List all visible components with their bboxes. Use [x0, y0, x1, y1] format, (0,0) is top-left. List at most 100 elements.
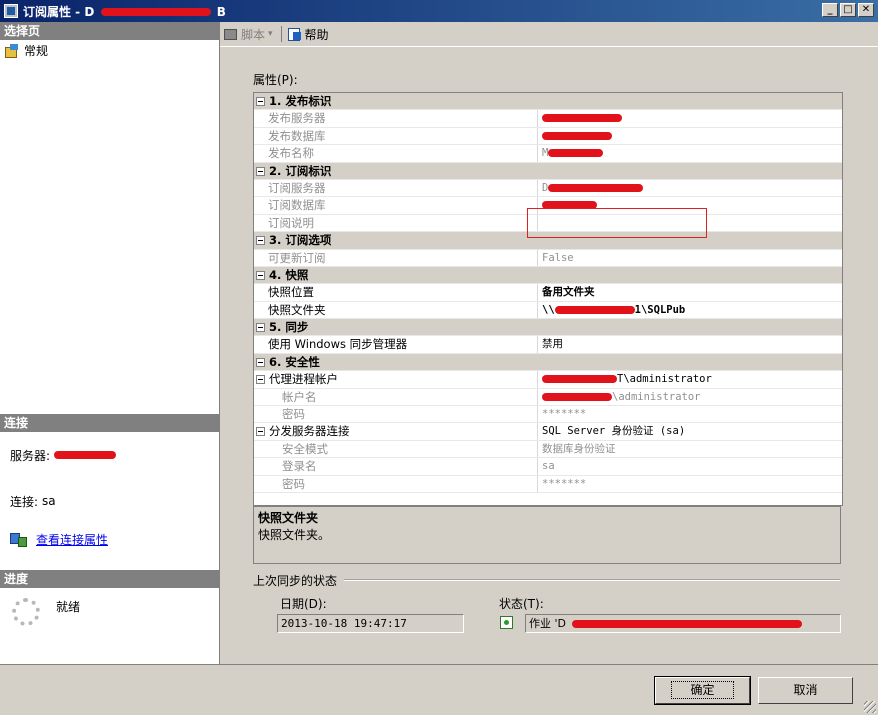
- dialog-footer: 确定 取消: [0, 664, 878, 715]
- redaction-mark: [542, 131, 612, 140]
- connection-section: 连接 服务器: 连接: sa 查看连接属性: [0, 414, 219, 554]
- window-icon: [4, 4, 18, 18]
- property-row[interactable]: 订阅数据库: [254, 197, 842, 215]
- category-row[interactable]: 6. 安全性: [254, 353, 842, 372]
- property-row[interactable]: 发布名称 M: [254, 145, 842, 163]
- redaction-mark: [542, 375, 617, 384]
- property-value-suffix: \administrator: [612, 390, 701, 403]
- property-name: 发布服务器: [268, 111, 326, 126]
- right-pane: 脚本 ▾ 帮助 属性(P): 1. 发布标识 发布服务器 发布数据库 发布名称 M 2. …: [220, 22, 878, 664]
- collapse-icon[interactable]: [256, 270, 265, 280]
- property-row[interactable]: 快照位置 备用文件夹: [254, 284, 842, 302]
- redaction-mark: [542, 392, 612, 401]
- property-row[interactable]: 可更新订阅 False: [254, 249, 842, 267]
- collapse-icon[interactable]: [256, 97, 265, 106]
- property-name: 订阅数据库: [268, 198, 326, 213]
- redaction-mark: [542, 114, 622, 123]
- help-button[interactable]: 帮助: [287, 26, 329, 43]
- property-grid[interactable]: 1. 发布标识 发布服务器发布数据库发布名称 M 2. 订阅标识 订阅服务器 D 订阅数据库…: [253, 92, 843, 506]
- collapse-icon[interactable]: [256, 166, 265, 176]
- group-divider: [344, 579, 840, 581]
- network-icon: [10, 532, 27, 547]
- property-name: 5. 同步: [269, 320, 309, 335]
- property-name: 2. 订阅标识: [269, 163, 332, 178]
- property-row[interactable]: 密码 *******: [254, 406, 842, 424]
- state-label: 状态(T):: [499, 597, 544, 611]
- property-value: 备用文件夹: [542, 286, 595, 299]
- property-name: 登录名: [282, 459, 317, 474]
- property-name: 使用 Windows 同步管理器: [268, 337, 408, 352]
- resize-grip-icon[interactable]: [864, 701, 876, 713]
- property-row[interactable]: 登录名 sa: [254, 458, 842, 476]
- property-row[interactable]: 密码 *******: [254, 475, 842, 493]
- select-page-header: 选择页: [0, 22, 219, 40]
- job-status-icon: [500, 616, 513, 629]
- server-label: 服务器:: [10, 448, 51, 463]
- property-name: 发布数据库: [268, 128, 326, 143]
- collapse-icon[interactable]: [256, 323, 265, 333]
- redaction-mark: [554, 305, 635, 314]
- view-connection-properties[interactable]: 查看连接属性: [10, 524, 209, 554]
- property-row[interactable]: 代理进程帐户 T\administrator: [254, 371, 842, 389]
- connection-label: 连接:: [10, 494, 39, 509]
- category-row[interactable]: 5. 同步: [254, 319, 842, 337]
- toolbar: 脚本 ▾ 帮助: [220, 22, 878, 47]
- collapse-icon[interactable]: [256, 375, 265, 385]
- category-row[interactable]: 2. 订阅标识: [254, 162, 842, 180]
- date-label: 日期(D):: [280, 597, 327, 611]
- progress-section: 进度 就绪: [0, 570, 219, 636]
- property-value-suffix: 1\SQLPub: [634, 303, 686, 316]
- property-name: 分发服务器连接: [269, 424, 350, 439]
- category-row[interactable]: 3. 订阅选项: [254, 232, 842, 250]
- property-row[interactable]: 帐户名 \administrator: [254, 388, 842, 407]
- property-row[interactable]: 使用 Windows 同步管理器 禁用: [254, 336, 842, 354]
- property-row[interactable]: 发布数据库: [254, 127, 842, 146]
- collapse-icon[interactable]: [256, 236, 265, 246]
- page-item-general[interactable]: 常规: [0, 40, 219, 61]
- chevron-down-icon[interactable]: ▾: [268, 29, 273, 39]
- property-value: False: [542, 251, 574, 264]
- property-row[interactable]: 分发服务器连接 SQL Server 身份验证 (sa): [254, 423, 842, 441]
- category-row[interactable]: 4. 快照: [254, 266, 842, 285]
- collapse-icon[interactable]: [256, 427, 265, 437]
- category-row[interactable]: 1. 发布标识: [254, 93, 842, 111]
- description-panel: 快照文件夹 快照文件夹。: [253, 506, 841, 564]
- property-row[interactable]: 安全模式 数据库身份验证: [254, 440, 842, 459]
- close-icon[interactable]: ✕: [858, 3, 874, 17]
- property-name: 帐户名: [282, 389, 317, 404]
- state-field[interactable]: 作业 'D: [525, 614, 841, 633]
- script-icon: [224, 28, 238, 41]
- title-bar[interactable]: 订阅属性 - D B _ □ ✕: [0, 0, 878, 22]
- ok-button[interactable]: 确定: [654, 676, 751, 705]
- description-title: 快照文件夹: [258, 511, 319, 525]
- property-row[interactable]: 快照文件夹 \\ 1\SQLPub: [254, 301, 842, 320]
- collapse-icon[interactable]: [256, 357, 265, 367]
- property-row[interactable]: 订阅说明: [254, 214, 842, 233]
- property-value: SQL Server 身份验证 (sa): [542, 425, 686, 438]
- property-name: 订阅服务器: [268, 180, 326, 195]
- property-value: sa: [542, 460, 555, 473]
- property-name: 安全模式: [282, 441, 328, 456]
- view-connection-link[interactable]: 查看连接属性: [36, 531, 108, 548]
- connection-row: 连接: sa: [10, 478, 209, 524]
- property-row[interactable]: 订阅服务器 D: [254, 179, 842, 198]
- connection-value: sa: [42, 494, 56, 508]
- property-value: \\: [542, 303, 555, 316]
- server-row: 服务器:: [10, 432, 209, 478]
- cancel-button[interactable]: 取消: [758, 677, 853, 704]
- property-value-suffix: T\administrator: [617, 373, 712, 386]
- property-name: 发布名称: [268, 146, 314, 161]
- property-name: 代理进程帐户: [269, 372, 338, 387]
- description-text: 快照文件夹。: [258, 528, 331, 542]
- progress-header: 进度: [0, 570, 219, 588]
- script-button[interactable]: 脚本 ▾: [224, 26, 273, 43]
- property-row[interactable]: 发布服务器: [254, 110, 842, 128]
- date-field[interactable]: 2013-10-18 19:47:17: [277, 614, 464, 633]
- toolbar-separator: [280, 26, 282, 42]
- property-value: 数据库身份验证: [542, 442, 616, 455]
- maximize-icon[interactable]: □: [840, 3, 856, 17]
- progress-status: 就绪: [56, 600, 81, 614]
- general-page-icon: [4, 43, 20, 58]
- minimize-icon[interactable]: _: [822, 3, 838, 17]
- property-name: 订阅说明: [268, 215, 314, 230]
